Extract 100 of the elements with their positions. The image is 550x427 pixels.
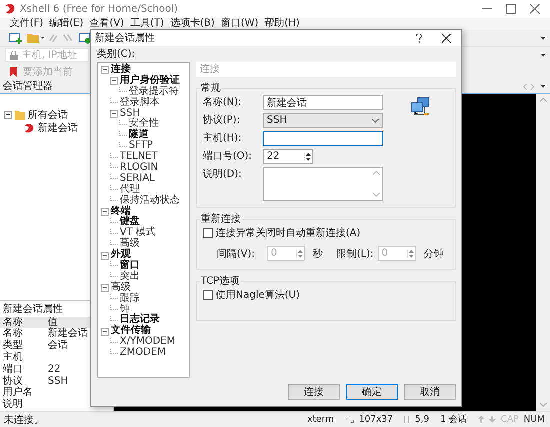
unit-label: 秒 bbox=[313, 248, 323, 260]
menu-item[interactable]: 工具(T) bbox=[130, 18, 164, 30]
column-header: 名称 bbox=[2, 316, 24, 328]
tree-item[interactable]: TELNET bbox=[120, 152, 158, 164]
tree-item[interactable]: 隧道 bbox=[129, 130, 149, 142]
link-icon bbox=[49, 32, 75, 44]
menu-item[interactable]: 窗口(W) bbox=[220, 18, 259, 30]
status-text: 5,9 bbox=[415, 414, 430, 424]
dialog-button[interactable]: 取消 bbox=[404, 384, 456, 400]
collapse-icon[interactable] bbox=[101, 66, 109, 74]
protocol-dropdown[interactable]: SSH bbox=[263, 113, 383, 128]
menu-item[interactable]: 文件(F) bbox=[10, 18, 44, 30]
tree-item[interactable]: X/YMODEM bbox=[120, 337, 176, 348]
tree-item[interactable]: 窗口 bbox=[120, 261, 140, 272]
tree-item[interactable]: 突出 bbox=[120, 272, 140, 283]
table-cell: 会话 bbox=[48, 340, 68, 352]
tree-item[interactable]: 登录提示符 bbox=[129, 86, 179, 98]
collapse-icon[interactable] bbox=[4, 110, 12, 118]
table-cell-text: 协议 bbox=[2, 376, 23, 387]
field-label: 主机(H): bbox=[203, 132, 243, 146]
close-icon[interactable] bbox=[442, 34, 451, 42]
collapse-icon[interactable] bbox=[101, 208, 109, 216]
folder-icon[interactable] bbox=[27, 32, 45, 44]
table-cell-text: 名称 bbox=[2, 328, 24, 340]
collapse-icon[interactable] bbox=[110, 77, 118, 86]
group-title: TCP选项 bbox=[200, 274, 241, 288]
resize-icon bbox=[347, 416, 354, 423]
field-label: 说明(D): bbox=[203, 168, 243, 182]
menu-item[interactable]: 选项卡(B) bbox=[170, 18, 215, 30]
group-title: 重新连接 bbox=[200, 212, 242, 226]
dropdown-icon[interactable] bbox=[541, 36, 546, 40]
tree-item[interactable]: 钟 bbox=[120, 304, 130, 316]
dialog-title: 新建会话属性 bbox=[95, 32, 155, 45]
help-icon[interactable] bbox=[416, 34, 422, 42]
table-cell-text: 用户名 bbox=[2, 387, 34, 399]
collapse-icon[interactable] bbox=[101, 252, 109, 260]
dialog-button[interactable]: 确定 bbox=[346, 384, 398, 400]
spin-up-icon[interactable] bbox=[306, 152, 311, 156]
tree-item[interactable]: 连接 bbox=[111, 65, 131, 76]
table-cell-text: 新建会话 bbox=[48, 328, 88, 340]
menu-item[interactable]: 编辑(E) bbox=[50, 18, 84, 30]
menu-item[interactable]: 帮助(H) bbox=[264, 18, 300, 30]
collapse-icon[interactable] bbox=[110, 110, 118, 118]
field-label: 类别(C): bbox=[96, 48, 136, 62]
tree-item[interactable]: 保持活动状态 bbox=[120, 196, 180, 207]
collapse-icon[interactable] bbox=[101, 284, 109, 292]
tree-item[interactable]: VT 模式 bbox=[120, 228, 156, 240]
tree-item[interactable]: 键盘 bbox=[120, 217, 140, 228]
chevron-down-icon bbox=[372, 118, 379, 122]
field-label: 间隔(V): bbox=[217, 248, 256, 260]
tree-item[interactable]: 高级 bbox=[111, 282, 131, 294]
tree-item[interactable]: ZMODEM bbox=[120, 348, 166, 360]
cursor-icon bbox=[404, 416, 410, 423]
menu-item[interactable]: 查看(V) bbox=[90, 18, 124, 30]
collapse-icon[interactable] bbox=[101, 328, 109, 336]
dropdown-icon[interactable] bbox=[541, 85, 546, 88]
dropdown-icon[interactable] bbox=[541, 54, 546, 56]
table-cell-text: 主机 bbox=[2, 352, 24, 364]
tree-item[interactable]: 登录脚本 bbox=[120, 98, 160, 109]
table-cell-text: 类型 bbox=[2, 340, 24, 352]
tree-item[interactable]: 高级 bbox=[120, 239, 140, 250]
checkbox[interactable] bbox=[203, 290, 213, 300]
spin-down-icon[interactable] bbox=[306, 158, 311, 160]
new-session-icon[interactable] bbox=[9, 32, 23, 44]
checkbox[interactable] bbox=[203, 228, 213, 238]
status-text: 1 会话 bbox=[440, 414, 468, 426]
lock-icon bbox=[10, 50, 18, 60]
table-cell: 22 bbox=[48, 364, 61, 376]
table-cell: SSH bbox=[48, 376, 68, 388]
tree-item[interactable]: 代理 bbox=[120, 184, 140, 196]
app-logo-icon bbox=[4, 3, 16, 15]
window-title: Xshell 6 (Free for Home/School) bbox=[20, 4, 178, 14]
session-window-icon[interactable] bbox=[79, 32, 91, 44]
table-cell-text: 端口 bbox=[2, 364, 24, 376]
tree-item[interactable]: 用户身份验证 bbox=[120, 76, 180, 87]
field-label: 协议(P): bbox=[203, 114, 242, 128]
tree-item[interactable]: 新建会话 bbox=[38, 120, 78, 134]
field-label: 端口号(O): bbox=[203, 150, 254, 164]
checkbox-label[interactable]: 使用Nagle算法(U) bbox=[216, 288, 300, 302]
text-field[interactable]: 新建会话 bbox=[263, 95, 383, 110]
section-header: 连接 bbox=[196, 62, 456, 77]
tree-item[interactable]: 文件传输 bbox=[111, 326, 151, 338]
session-icon bbox=[24, 122, 35, 132]
tree-item[interactable]: SFTP bbox=[129, 141, 154, 152]
group-title: 常规 bbox=[200, 82, 222, 95]
tree-item[interactable]: 跟踪 bbox=[120, 294, 140, 305]
tree-item[interactable]: SERIAL bbox=[120, 174, 155, 185]
maximize-icon[interactable] bbox=[506, 4, 516, 14]
lock-indicator: NUM bbox=[524, 414, 545, 424]
tree-item[interactable]: RLOGIN bbox=[120, 163, 158, 174]
tree-item[interactable]: 所有会话 bbox=[28, 108, 68, 122]
folder-icon bbox=[15, 110, 25, 120]
spin-field[interactable]: 22 bbox=[263, 149, 313, 164]
close-icon[interactable] bbox=[530, 4, 540, 14]
checkbox-label[interactable]: 连接异常关闭时自动重新连接(A) bbox=[216, 226, 361, 240]
status-message: 未连接。 bbox=[4, 414, 44, 426]
text-field[interactable] bbox=[263, 131, 383, 146]
column-header: 值 bbox=[48, 316, 58, 328]
dialog-button[interactable]: 连接 bbox=[288, 384, 340, 400]
network-computers-icon bbox=[411, 97, 431, 117]
